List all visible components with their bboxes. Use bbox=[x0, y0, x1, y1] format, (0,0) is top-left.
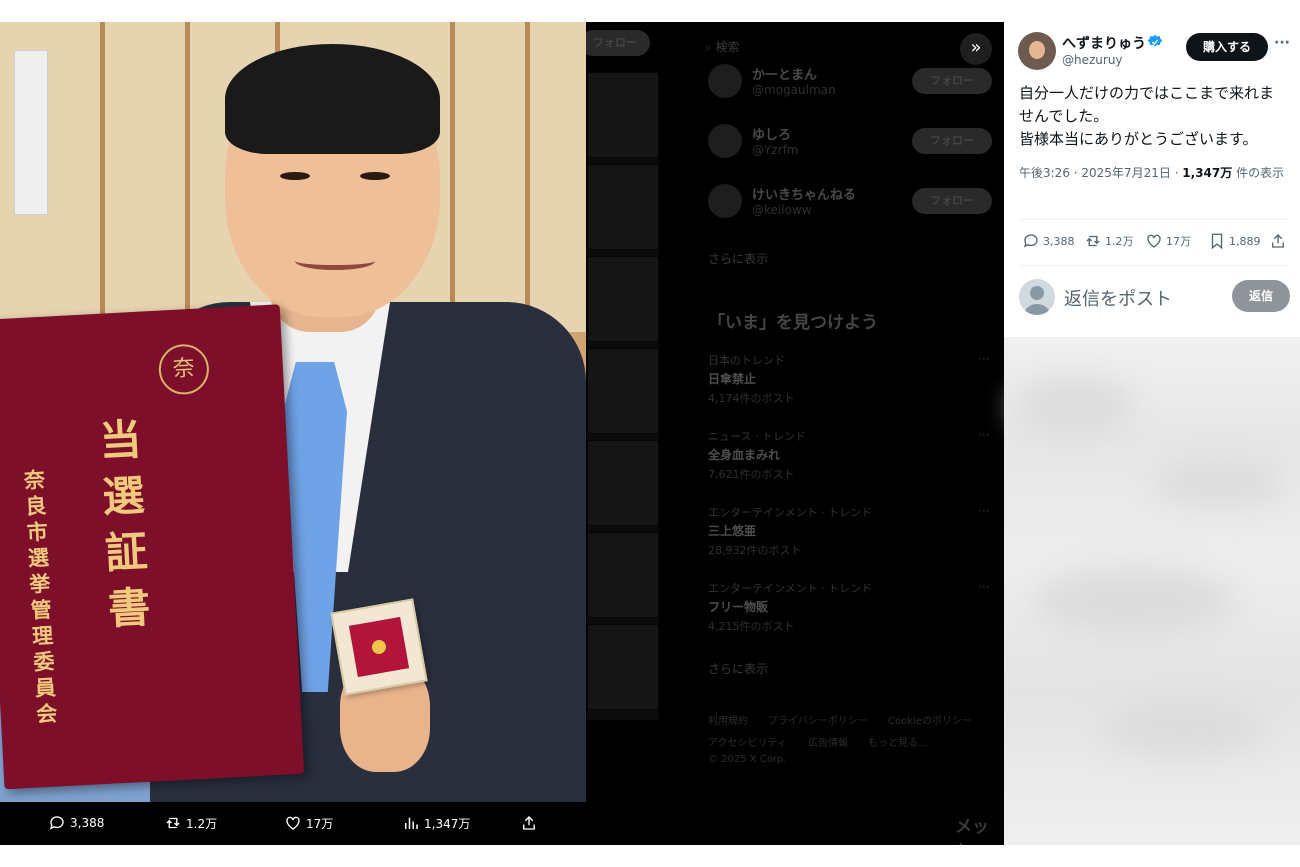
bg-trend-category: ニュース · トレンド bbox=[708, 430, 806, 443]
bg-trend-name: 全身血まみれ bbox=[708, 448, 781, 462]
bg-suggestion-name: けいきちゃんねる bbox=[752, 188, 857, 203]
wall-speaker bbox=[14, 50, 48, 215]
default-avatar-icon bbox=[1024, 286, 1050, 315]
bg-show-more: さらに表示 bbox=[708, 662, 769, 676]
view-count: 1,347万 bbox=[1182, 166, 1233, 180]
bg-more-icon: ··· bbox=[978, 352, 990, 366]
author-avatar[interactable] bbox=[1018, 32, 1056, 70]
reply-icon bbox=[49, 816, 64, 830]
bg-avatar bbox=[708, 124, 742, 158]
bg-trend-category: エンターテインメント · トレンド bbox=[708, 582, 873, 595]
certificate-issuer: 奈 良 市 選 挙 管 理 委 員 会 bbox=[23, 466, 58, 727]
bg-footer-link: アクセシビリティ bbox=[708, 738, 787, 749]
photo-action-bar: 3,388 1.2万 17万 1,347万 bbox=[0, 802, 586, 845]
bg-follow-button: フォロー bbox=[912, 188, 992, 214]
photo-views-button[interactable]: 1,347万 bbox=[402, 814, 470, 832]
reply-submit-button[interactable]: 返信 bbox=[1232, 280, 1290, 312]
photo-like-button[interactable]: 17万 bbox=[284, 814, 333, 832]
bg-suggestion-handle: @Yzrfm bbox=[752, 143, 799, 157]
page: フォロー ⌕ 検索 かーとまん @mogaulman フォロー ゆしろ @Yzr… bbox=[0, 0, 1300, 867]
bg-suggestion-name: かーとまん bbox=[752, 68, 818, 83]
post-photo[interactable]: 奈 当 選 証 書 奈 良 市 選 挙 管 理 委 員 会 bbox=[0, 22, 586, 802]
reply-input[interactable]: 返信をポスト bbox=[1064, 285, 1172, 311]
reply-icon bbox=[1023, 234, 1038, 248]
reply-button[interactable]: 3,388 bbox=[1022, 232, 1075, 250]
bg-more-icon: ··· bbox=[978, 580, 990, 594]
views-icon bbox=[405, 817, 418, 829]
bg-suggestion-handle: @mogaulman bbox=[752, 83, 836, 97]
post-text: 自分一人だけの力ではここまで来れま せんでした。 皆様本当にありがとうございます… bbox=[1019, 84, 1275, 148]
share-icon bbox=[1272, 234, 1284, 248]
like-icon bbox=[1147, 234, 1161, 248]
bg-more-icon: ··· bbox=[978, 428, 990, 442]
bg-suggestion-handle: @keiloww bbox=[752, 203, 812, 217]
bg-trend-category: 日本のトレンド bbox=[708, 354, 785, 367]
bg-footer-link: 広告情報 bbox=[808, 738, 848, 749]
bg-trend-count: 7,621件のポスト bbox=[708, 468, 795, 481]
repost-icon bbox=[1086, 235, 1100, 247]
post-detail-panel: へずまりゅう @hezuruy 購入する ··· 自分一人だけの力ではここまで来… bbox=[1004, 22, 1300, 845]
badge-box bbox=[330, 598, 428, 696]
like-icon bbox=[286, 816, 300, 830]
photo-share-button[interactable] bbox=[520, 814, 538, 832]
bg-show-more: さらに表示 bbox=[708, 252, 769, 266]
bg-media-strip bbox=[587, 72, 659, 720]
verified-icon bbox=[1147, 34, 1163, 47]
post-meta: 午後3:26 · 2025年7月21日 · 1,347万 件の表示 bbox=[1019, 166, 1285, 180]
bg-suggestion-name: ゆしろ bbox=[752, 128, 792, 143]
bg-trend-name: 日傘禁止 bbox=[708, 372, 757, 386]
bg-trend-category: エンターテインメント · トレンド bbox=[708, 506, 873, 519]
repost-icon bbox=[166, 817, 180, 829]
bg-footer-link: Cookieのポリシー bbox=[888, 716, 972, 727]
bg-follow-button: フォロー bbox=[580, 30, 650, 56]
bg-messages-label: メッセ bbox=[955, 817, 989, 845]
bg-trend-count: 4,215件のポスト bbox=[708, 620, 795, 633]
more-icon[interactable]: ··· bbox=[1274, 35, 1290, 51]
bg-footer-link: 利用規約 bbox=[708, 716, 748, 727]
author-handle[interactable]: @hezuruy bbox=[1062, 53, 1123, 67]
author-name[interactable]: へずまりゅう bbox=[1062, 33, 1146, 53]
photo-reply-button[interactable]: 3,388 bbox=[48, 814, 104, 832]
collapse-panel-button[interactable]: » bbox=[960, 33, 992, 65]
bg-avatar bbox=[708, 64, 742, 98]
bg-explore-title: 「いま」を見つけよう bbox=[708, 313, 878, 333]
council-badge bbox=[370, 638, 388, 656]
user-avatar bbox=[1019, 279, 1055, 315]
share-icon bbox=[523, 816, 535, 830]
certificate-title: 当 選 証 書 bbox=[98, 414, 152, 634]
bg-follow-button: フォロー bbox=[912, 68, 992, 94]
post-card: へずまりゅう @hezuruy 購入する ··· 自分一人だけの力ではここまで来… bbox=[1004, 22, 1300, 337]
bg-footer-link: もっと見る… bbox=[868, 738, 928, 749]
bg-avatar bbox=[708, 184, 742, 218]
collapse-icon: » bbox=[970, 37, 982, 58]
bg-follow-button: フォロー bbox=[912, 128, 992, 154]
blurred-replies bbox=[1004, 337, 1300, 845]
bookmark-icon bbox=[1211, 233, 1223, 250]
election-certificate-folder: 奈 当 選 証 書 奈 良 市 選 挙 管 理 委 員 会 bbox=[0, 304, 305, 790]
bg-more-icon: ··· bbox=[978, 504, 990, 518]
bg-trend-count: 4,174件のポスト bbox=[708, 392, 795, 405]
post-timestamp[interactable]: 午後3:26 · 2025年7月21日 · bbox=[1019, 166, 1182, 180]
bg-trend-name: フリー物販 bbox=[708, 600, 769, 614]
city-emblem: 奈 bbox=[157, 343, 211, 396]
buy-button[interactable]: 購入する bbox=[1186, 33, 1268, 61]
bg-footer-link: プライバシーポリシー bbox=[768, 716, 868, 727]
bg-search-input: ⌕ 検索 bbox=[705, 40, 740, 54]
share-button[interactable] bbox=[1269, 232, 1287, 250]
bg-trend-name: 三上悠亜 bbox=[708, 524, 757, 538]
bg-trend-count: 28,932件のポスト bbox=[708, 544, 802, 557]
bg-copyright: © 2025 X Corp. bbox=[708, 754, 787, 765]
bookmark-button[interactable]: 1,889 bbox=[1208, 232, 1261, 250]
repost-button[interactable]: 1.2万 bbox=[1084, 232, 1134, 250]
like-button[interactable]: 17万 bbox=[1145, 232, 1191, 250]
photo-repost-button[interactable]: 1.2万 bbox=[164, 814, 217, 832]
